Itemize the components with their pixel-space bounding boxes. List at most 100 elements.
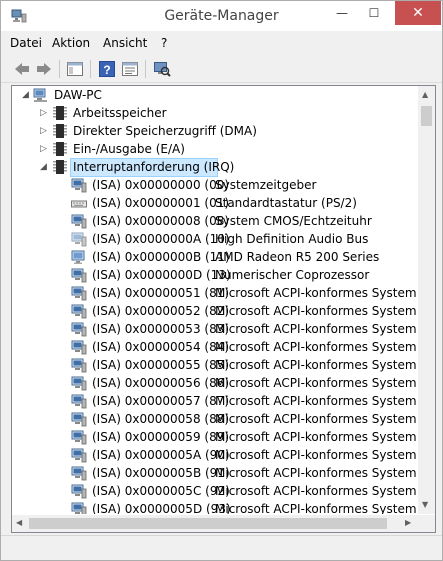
help-icon[interactable]: ?	[98, 60, 116, 78]
menu-help[interactable]: ?	[161, 36, 167, 50]
forward-arrow-icon[interactable]	[35, 60, 53, 78]
system-device-icon	[71, 268, 87, 283]
display-adapter-icon	[71, 250, 85, 264]
irq-device: Microsoft ACPI-konformes System	[215, 394, 417, 408]
status-bar	[1, 535, 442, 560]
root-label: DAW-PC	[54, 88, 102, 102]
irq-number: (ISA) 0x00000000 (00)	[92, 178, 230, 192]
irq-device: Microsoft ACPI-konformes System	[215, 322, 417, 336]
menu-ansicht[interactable]: Ansicht	[103, 36, 147, 50]
scroll-right-arrow-icon[interactable]: ▶	[405, 518, 411, 527]
scan-hardware-icon[interactable]	[153, 60, 171, 78]
irq-row[interactable]: (ISA) 0x00000052 (82) Microsoft ACPI-konf…	[12, 302, 417, 320]
scroll-up-arrow-icon[interactable]: ▲	[422, 90, 428, 99]
irq-row[interactable]: (ISA) 0x00000051 (81) Microsoft ACPI-konf…	[12, 284, 417, 302]
memory-chip-icon	[53, 142, 67, 156]
irq-number: (ISA) 0x00000055 (85)	[92, 358, 230, 372]
irq-row[interactable]: (ISA) 0x00000057 (87) Microsoft ACPI-konf…	[12, 392, 417, 410]
irq-row[interactable]: (ISA) 0x0000000B (11) AMD Radeon R5 200 S…	[12, 248, 417, 266]
irq-row[interactable]: (ISA) 0x00000053 (83) Microsoft ACPI-konf…	[12, 320, 417, 338]
menu-aktion[interactable]: Aktion	[52, 36, 90, 50]
irq-number: (ISA) 0x0000000B (11)	[92, 250, 230, 264]
menu-bar: Datei Aktion Ansicht ?	[1, 32, 442, 54]
back-arrow-icon[interactable]	[13, 60, 31, 78]
irq-number: (ISA) 0x0000005A (90)	[92, 448, 230, 462]
irq-device: Microsoft ACPI-konformes System	[215, 466, 417, 480]
irq-device: Microsoft ACPI-konformes System	[215, 358, 417, 372]
irq-row[interactable]: (ISA) 0x00000001 (01) Standardtastatur (P…	[12, 194, 417, 212]
system-device-icon	[71, 322, 87, 337]
scroll-left-arrow-icon[interactable]: ◀	[16, 518, 22, 527]
toolbar-separator	[59, 60, 60, 78]
toolbar: ?	[1, 55, 442, 83]
irq-row[interactable]: (ISA) 0x0000005B (91) Microsoft ACPI-konf…	[12, 464, 417, 482]
horizontal-scrollbar[interactable]: ◀ ▶	[12, 515, 418, 532]
irq-number: (ISA) 0x00000056 (86)	[92, 376, 230, 390]
irq-device: Microsoft ACPI-konformes System	[215, 304, 417, 318]
close-button[interactable]: ✕	[395, 1, 441, 25]
memory-chip-icon	[53, 124, 67, 138]
irq-device: Microsoft ACPI-konformes System	[215, 340, 417, 354]
irq-row[interactable]: (ISA) 0x00000059 (89) Microsoft ACPI-konf…	[12, 428, 417, 446]
system-device-icon	[71, 286, 87, 301]
menu-datei[interactable]: Datei	[10, 36, 42, 50]
irq-device: Microsoft ACPI-konformes System	[215, 430, 417, 444]
tree-category[interactable]: ▷ Ein-/Ausgabe (E/A)	[12, 140, 417, 158]
category-label: Ein-/Ausgabe (E/A)	[73, 142, 185, 156]
title-bar[interactable]: Geräte-Manager — ☐ ✕	[1, 1, 442, 31]
minimize-button[interactable]: —	[329, 1, 355, 25]
device-tree[interactable]: ◢ DAW-PC ▷ Arbeitsspeicher ▷ Direkter Sp…	[12, 86, 417, 514]
irq-device: Microsoft ACPI-konformes System	[215, 448, 417, 462]
irq-row[interactable]: (ISA) 0x00000000 (00) Systemzeitgeber	[12, 176, 417, 194]
irq-row[interactable]: (ISA) 0x00000058 (88) Microsoft ACPI-konf…	[12, 410, 417, 428]
irq-row[interactable]: (ISA) 0x00000008 (08) System CMOS/Echtzei…	[12, 212, 417, 230]
audio-bus-icon	[71, 232, 87, 247]
tree-category[interactable]: ▷ Arbeitsspeicher	[12, 104, 417, 122]
irq-device: Microsoft ACPI-konformes System	[215, 286, 417, 300]
system-device-icon	[71, 484, 87, 499]
properties-icon[interactable]	[121, 60, 139, 78]
system-device-icon	[71, 340, 87, 355]
vertical-scroll-thumb[interactable]	[421, 106, 432, 126]
system-device-icon	[71, 214, 87, 229]
irq-row[interactable]: (ISA) 0x00000056 (86) Microsoft ACPI-konf…	[12, 374, 417, 392]
scroll-down-arrow-icon[interactable]: ▼	[422, 500, 428, 509]
irq-device: Microsoft ACPI-konformes System	[215, 502, 417, 514]
irq-device: Microsoft ACPI-konformes System	[215, 412, 417, 426]
irq-row[interactable]: (ISA) 0x00000055 (85) Microsoft ACPI-konf…	[12, 356, 417, 374]
irq-number: (ISA) 0x00000001 (01)	[92, 196, 230, 210]
horizontal-scroll-thumb[interactable]	[29, 518, 387, 529]
irq-number: (ISA) 0x0000005C (92)	[92, 484, 230, 498]
category-label: Arbeitsspeicher	[73, 106, 167, 120]
irq-number: (ISA) 0x0000005D (93)	[92, 502, 231, 514]
irq-number: (ISA) 0x00000058 (88)	[92, 412, 230, 426]
keyboard-icon	[71, 200, 87, 208]
toolbar-separator	[90, 60, 91, 78]
irq-row[interactable]: (ISA) 0x0000005D (93) Microsoft ACPI-konf…	[12, 500, 417, 514]
irq-device: High Definition Audio Bus	[215, 232, 369, 246]
irq-row[interactable]: (ISA) 0x0000000A (10) High Definition Aud…	[12, 230, 417, 248]
collapsed-arrow-icon[interactable]: ▷	[40, 144, 48, 154]
vertical-scrollbar[interactable]: ▲ ▼	[418, 86, 435, 514]
maximize-button[interactable]: ☐	[361, 1, 387, 25]
irq-number: (ISA) 0x00000057 (87)	[92, 394, 230, 408]
tree-root[interactable]: ◢ DAW-PC	[12, 86, 417, 104]
irq-device: Microsoft ACPI-konformes System	[215, 484, 417, 498]
irq-row[interactable]: (ISA) 0x00000054 (84) Microsoft ACPI-konf…	[12, 338, 417, 356]
show-hide-console-tree-icon[interactable]	[66, 60, 84, 78]
collapsed-arrow-icon[interactable]: ▷	[40, 108, 48, 118]
irq-number: (ISA) 0x00000059 (89)	[92, 430, 230, 444]
irq-number: (ISA) 0x0000005B (91)	[92, 466, 230, 480]
expanded-arrow-icon[interactable]: ◢	[22, 90, 30, 100]
system-device-icon	[71, 502, 87, 514]
tree-category[interactable]: ▷ Direkter Speicherzugriff (DMA)	[12, 122, 417, 140]
expanded-arrow-icon[interactable]: ◢	[40, 162, 48, 172]
collapsed-arrow-icon[interactable]: ▷	[40, 126, 48, 136]
irq-row[interactable]: (ISA) 0x0000005C (92) Microsoft ACPI-konf…	[12, 482, 417, 500]
irq-number: (ISA) 0x0000000A (10)	[92, 232, 230, 246]
tree-category-selected[interactable]: ◢ Interruptanforderung (IRQ)	[12, 158, 417, 177]
device-manager-window: Geräte-Manager — ☐ ✕ Datei Aktion Ansich…	[0, 0, 443, 561]
irq-row[interactable]: (ISA) 0x0000000D (13) Numerischer Coproze…	[12, 266, 417, 284]
svg-text:?: ?	[103, 63, 110, 77]
irq-row[interactable]: (ISA) 0x0000005A (90) Microsoft ACPI-konf…	[12, 446, 417, 464]
